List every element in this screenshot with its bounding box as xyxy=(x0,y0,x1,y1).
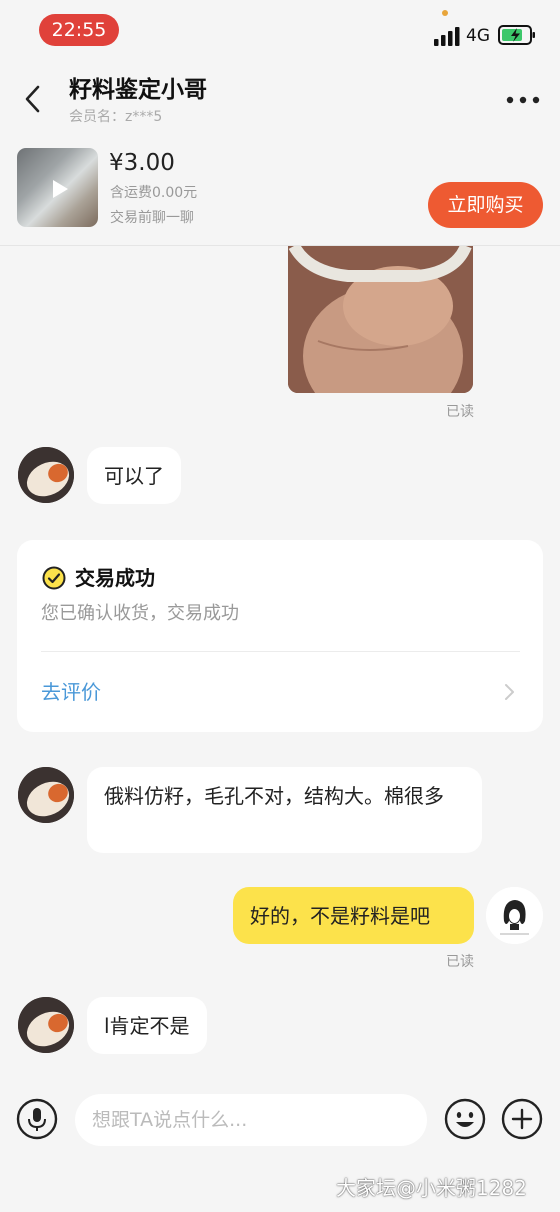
chat-first-note: 交易前聊一聊 xyxy=(110,210,194,226)
product-price: ¥3.00 xyxy=(109,150,175,176)
message-input[interactable]: 想跟TA说点什么... xyxy=(75,1094,427,1146)
read-receipt: 已读 xyxy=(446,404,474,420)
trade-status-subtitle: 您已确认收货，交易成功 xyxy=(41,603,239,624)
read-receipt: 已读 xyxy=(446,954,474,970)
avatar[interactable] xyxy=(18,447,74,503)
battery-charging-icon xyxy=(498,25,535,45)
chevron-right-icon[interactable] xyxy=(503,683,515,701)
stone-avatar-icon xyxy=(18,767,74,823)
shipping-info: 含运费0.00元 xyxy=(110,185,198,201)
trade-status-title: 交易成功 xyxy=(75,566,155,590)
more-options-icon[interactable] xyxy=(506,96,540,104)
signal-icon xyxy=(434,27,460,46)
my-avatar[interactable] xyxy=(486,887,543,944)
emoji-icon[interactable] xyxy=(444,1098,486,1140)
check-circle-icon xyxy=(42,566,66,590)
stone-avatar-icon xyxy=(18,997,74,1053)
status-time: 22:55 xyxy=(39,14,119,46)
image-message[interactable] xyxy=(288,246,473,393)
message-bubble[interactable]: 可以了 xyxy=(87,447,181,504)
watermark: 大家坛@小米粥1282 xyxy=(336,1176,527,1200)
message-bubble[interactable]: l肯定不是 xyxy=(87,997,207,1054)
back-icon[interactable] xyxy=(22,84,44,114)
girl-sketch-avatar-icon xyxy=(486,887,543,944)
avatar[interactable] xyxy=(18,997,74,1053)
divider xyxy=(41,651,520,652)
stone-avatar-icon xyxy=(18,447,74,503)
page-title: 籽料鉴定小哥 xyxy=(69,77,207,103)
network-label: 4G xyxy=(466,26,490,46)
my-message-bubble[interactable]: 好的，不是籽料是吧 xyxy=(233,887,474,944)
message-bubble[interactable]: 俄料仿籽，毛孔不对，结构大。棉很多 xyxy=(87,767,482,853)
play-icon[interactable] xyxy=(48,178,70,200)
review-link[interactable]: 去评价 xyxy=(41,677,101,707)
microphone-icon[interactable] xyxy=(16,1098,58,1140)
bangle-photo-icon xyxy=(288,246,473,393)
buy-now-button[interactable]: 立即购买 xyxy=(428,182,543,228)
avatar[interactable] xyxy=(18,767,74,823)
privacy-indicator xyxy=(442,10,448,16)
member-name: 会员名：z***5 xyxy=(69,109,163,125)
plus-icon[interactable] xyxy=(501,1098,543,1140)
